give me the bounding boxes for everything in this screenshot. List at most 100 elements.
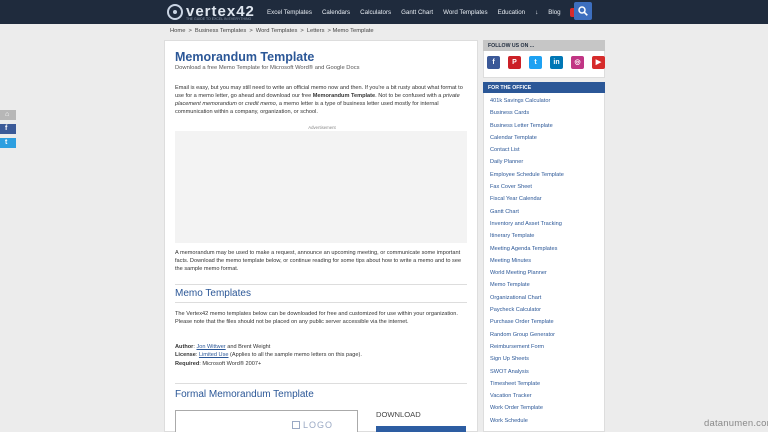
sidebar-link[interactable]: Meeting Agenda Templates [490,243,604,255]
nav-calendars[interactable]: Calendars [317,9,355,16]
nav-education[interactable]: Education [493,9,531,16]
top-navbar: vertex42 THE GUIDE TO EXCEL IN EVERYTHIN… [0,0,768,24]
sidebar-link[interactable]: Vacation Tracker [490,390,604,402]
templates-paragraph: The Vertex42 memo templates below can be… [175,311,458,326]
license-link[interactable]: Limited Use [199,352,229,358]
sidebar-link[interactable]: Paycheck Calculator [490,304,604,316]
section-title-formal-memo: Formal Memorandum Template [175,389,314,400]
author-line: Author: Jon Wittwer and Brent Weight [175,344,271,350]
sidebar-link[interactable]: Work Order Template [490,402,604,414]
required-label: Required [175,360,200,367]
sidebar-link[interactable]: Contact List [490,144,604,156]
divider [175,284,467,285]
breadcrumb-home[interactable]: Home [170,28,185,34]
license-rest: (Applies to all the sample memo letters … [228,352,362,359]
breadcrumb-separator: > [300,28,304,34]
sidebar-link[interactable]: 401k Savings Calculator [490,95,604,107]
share-bar: ⌂ f t [0,110,16,152]
breadcrumb-letters[interactable]: Letters [307,28,325,34]
instagram-icon[interactable]: ◎ [571,56,584,69]
twitter-icon[interactable]: t [529,56,542,69]
pinterest-icon[interactable]: P [508,56,521,69]
license-line: License: Limited Use (Applies to all the… [175,352,362,359]
required-value: : Microsoft Word® 2007+ [199,360,262,367]
template-meta: Author: Jon Wittwer and Brent Weight Lic… [175,343,362,368]
divider [175,383,467,384]
sidebar-link[interactable]: Meeting Minutes [490,255,604,267]
sidebar-link[interactable]: Memo Template [490,279,604,291]
sidebar-link[interactable]: Calendar Template [490,132,604,144]
sidebar-link[interactable]: Employee Schedule Template [490,169,604,181]
intro-paragraph: Email is easy, but you may still need to… [175,84,470,116]
image-icon [292,421,300,429]
intro-text: . Not to be confused with a [375,93,443,100]
breadcrumb: Home > Business Templates > Word Templat… [170,28,377,34]
breadcrumb-separator: > [249,28,253,34]
nav-gantt-chart[interactable]: Gantt Chart [396,9,438,16]
search-button[interactable] [574,2,592,20]
advertisement-slot [175,131,467,243]
facebook-icon[interactable]: f [487,56,500,69]
sidebar-link[interactable]: Work Schedule [490,415,604,427]
logo-icon [167,4,183,20]
section-title-memo-templates: Memo Templates [175,288,251,299]
follow-title: FOLLOW US ON ... [483,40,605,51]
search-icon [578,6,588,16]
download-heading: DOWNLOAD [376,410,421,419]
download-button[interactable] [376,426,466,432]
sidebar-link[interactable]: Fiscal Year Calendar [490,193,604,205]
site-logo[interactable]: vertex42 THE GUIDE TO EXCEL IN EVERYTHIN… [167,2,255,22]
template-thumbnail[interactable]: LOGO [175,410,358,432]
nav-excel-templates[interactable]: Excel Templates [262,9,317,16]
nav-calculators[interactable]: Calculators [355,9,396,16]
breadcrumb-business-templates[interactable]: Business Templates [195,28,246,34]
intro-emphasis: credit memo [244,101,276,108]
sidebar-link[interactable]: Itinerary Template [490,230,604,242]
like-icon[interactable]: ⌂ [0,110,16,120]
sidebar-link[interactable]: Business Cards [490,107,604,119]
author-label: Author [175,344,194,350]
facebook-icon[interactable]: f [0,124,16,134]
sidebar-link[interactable]: Daily Planner [490,156,604,168]
page-subtitle: Download a free Memo Template for Micros… [175,65,360,71]
required-line: Required: Microsoft Word® 2007+ [175,360,362,368]
sidebar-link[interactable]: Sign Up Sheets [490,353,604,365]
intro-text: or [236,101,245,108]
intro-bold: Memorandum Template [312,93,376,100]
author-link[interactable]: Jon Wittwer [196,344,225,350]
sidebar-link[interactable]: Business Letter Template [490,120,604,132]
youtube-icon[interactable]: ▶ [592,56,605,69]
sidebar: FOLLOW US ON ... f Pt in ◎ ▶ FOR THE OFFICE … [483,40,605,432]
sidebar-link[interactable]: Fax Cover Sheet [490,181,604,193]
license-label: License [175,352,196,359]
sidebar-link[interactable]: World Meeting Planner [490,267,604,279]
sidebar-link[interactable]: Reimbursement Form [490,341,604,353]
watermark: datanumen.com [704,418,768,429]
breadcrumb-separator: > [188,28,192,34]
main-nav: Excel Templates Calendars Calculators Ga… [262,0,583,24]
sidebar-link[interactable]: Inventory and Asset Tracking [490,218,604,230]
linkedin-icon[interactable]: in [550,56,563,69]
body-paragraph: A memorandum may be used to make a reque… [175,250,462,273]
nav-word-templates[interactable]: Word Templates [438,9,492,16]
page-title: Memorandum Template [175,50,315,64]
nav-blog[interactable]: Blog [543,9,565,16]
logo-placeholder-text: LOGO [303,420,334,430]
sidebar-link[interactable]: SWOT Analysis [490,366,604,378]
main-content: Memorandum Template Download a free Memo… [164,40,478,432]
divider [175,302,467,303]
down-arrow-icon[interactable]: ↓ [530,9,543,16]
sidebar-link[interactable]: Timesheet Template [490,378,604,390]
sidebar-link[interactable]: Organizational Chart [490,292,604,304]
twitter-icon[interactable]: t [0,138,16,148]
sidebar-link[interactable]: Purchase Order Template [490,316,604,328]
logo-tagline: THE GUIDE TO EXCEL IN EVERYTHING [186,17,252,21]
social-links: f Pt in ◎ ▶ [483,51,605,78]
author-rest: and Brent Weight [225,344,271,350]
sidebar-link[interactable]: Gantt Chart [490,206,604,218]
logo-placeholder: LOGO [292,420,333,430]
office-links: 401k Savings Calculator Business Cards Bus… [483,93,605,432]
sidebar-link[interactable]: Random Group Generator [490,329,604,341]
breadcrumb-current: > Memo Template [327,28,374,34]
breadcrumb-word-templates[interactable]: Word Templates [256,28,298,34]
